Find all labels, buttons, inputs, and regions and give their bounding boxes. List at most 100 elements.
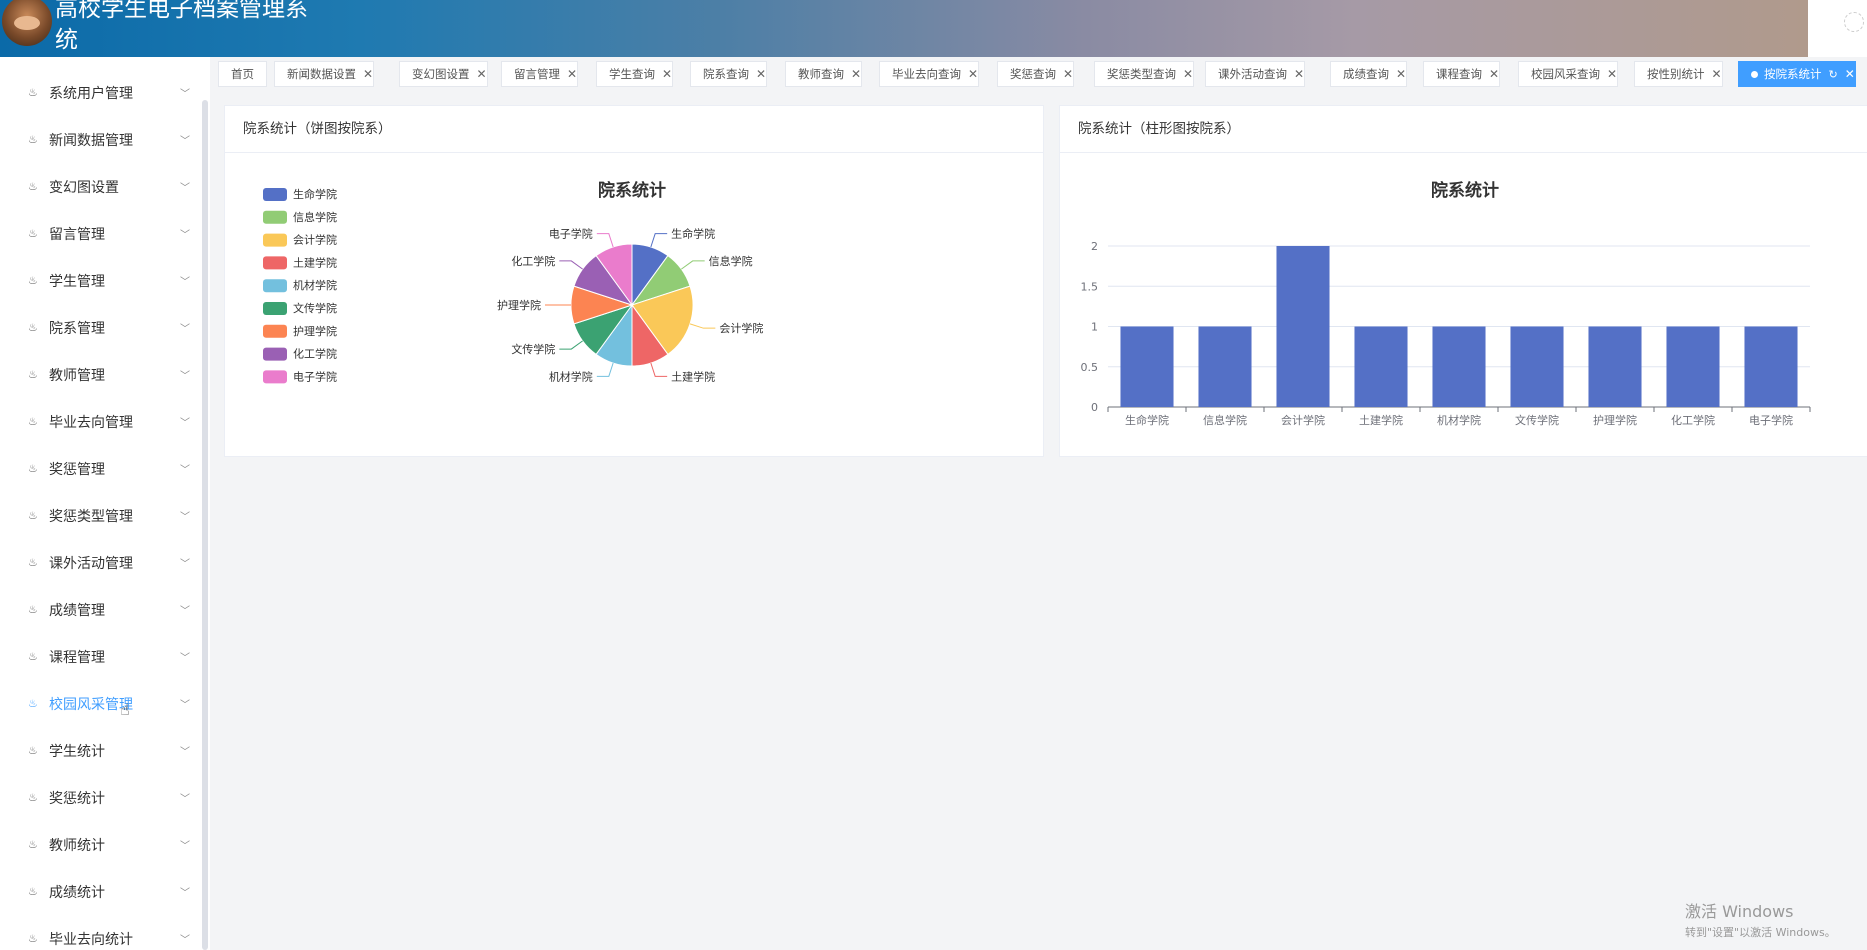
sidebar-item[interactable]: ♨ 变幻图设置 ﹀ [0,163,200,210]
sidebar-item[interactable]: ♨ 成绩统计 ﹀ [0,868,200,915]
sidebar-item[interactable]: ♨ 新闻数据管理 ﹀ [0,116,200,163]
legend-label[interactable]: 土建学院 [293,255,337,269]
tab[interactable]: 教师查询 ✕ [785,61,863,87]
sidebar-item[interactable]: ♨ 奖惩统计 ﹀ [0,774,200,821]
legend-swatch[interactable] [263,370,287,384]
sidebar-item[interactable]: ♨ 毕业去向统计 ﹀ [0,915,200,950]
legend-swatch[interactable] [263,279,287,293]
legend-label[interactable]: 会计学院 [293,233,337,247]
pie-label-line [559,260,583,270]
pie-chart-title: 院系统计 [598,180,666,201]
close-icon[interactable]: ✕ [968,67,978,81]
sidebar-item[interactable]: ♨ 毕业去向管理 ﹀ [0,398,200,445]
close-icon[interactable]: ✕ [1183,67,1193,81]
tab[interactable]: 校园风采查询 ✕ [1518,61,1619,87]
sidebar-item[interactable]: ♨ 教师管理 ﹀ [0,351,200,398]
tab-bar: 首页 新闻数据设置 ✕ 变幻图设置 ✕ 留言管理 ✕ 学生查询 ✕ 院系查询 ✕ 教师查询 ✕ 毕业去向查… [218,61,1867,87]
tab[interactable]: 毕业去向查询 ✕ [879,61,980,87]
close-icon[interactable]: ✕ [1063,67,1073,81]
close-icon[interactable]: ✕ [1489,67,1499,81]
tab[interactable]: 成绩查询 ✕ [1330,61,1408,87]
avatar[interactable] [2,0,52,46]
legend-label[interactable]: 信息学院 [293,210,337,224]
pie-slice-label: 化工学院 [511,254,555,268]
sidebar-item[interactable]: ♨ 奖惩类型管理 ﹀ [0,492,200,539]
pie-slice-label: 会计学院 [719,321,763,335]
sidebar-item[interactable]: ♨ 成绩管理 ﹀ [0,586,200,633]
sidebar-scrollbar[interactable] [202,100,208,950]
legend-label[interactable]: 电子学院 [293,369,337,383]
close-icon[interactable]: ✕ [363,67,373,81]
close-icon[interactable]: ✕ [1845,67,1855,81]
loading-icon [1844,12,1864,32]
legend-label[interactable]: 机材学院 [293,278,337,292]
close-icon[interactable]: ✕ [567,67,577,81]
legend-swatch[interactable] [263,233,287,247]
bar-chart: 院系统计 0 0.5 1 1.5 2 生命学院 信息学院 会计学院 土建学院 机材学院 文传学院 护理学… [1081,180,1811,427]
pie-slice-label: 文传学院 [511,342,555,356]
tab[interactable]: 留言管理 ✕ [501,61,579,87]
legend-swatch[interactable] [263,210,287,224]
tab-label: 奖惩查询 [1010,67,1056,81]
pie-label-line [650,362,668,377]
sidebar-item[interactable]: ♨ 学生统计 ﹀ [0,727,200,774]
bar[interactable] [1744,326,1798,408]
sidebar-item[interactable]: ♨ 奖惩管理 ﹀ [0,445,200,492]
tab[interactable]: 学生查询 ✕ [596,61,674,87]
tab[interactable]: 院系查询 ✕ [690,61,768,87]
windows-activation-watermark: 激活 Windows 转到"设置"以激活 Windows。 [1685,898,1836,940]
sidebar-item[interactable]: ♨ 课外活动管理 ﹀ [0,539,200,586]
legend-swatch[interactable] [263,302,287,315]
close-icon[interactable]: ✕ [662,67,672,81]
close-icon[interactable]: ✕ [1712,67,1722,81]
legend-label[interactable]: 护理学院 [293,324,337,338]
sidebar-item[interactable]: ♨ 留言管理 ﹀ [0,210,200,257]
bar[interactable] [1432,326,1486,408]
close-icon[interactable]: ✕ [1294,67,1304,81]
refresh-icon[interactable]: ↻ [1829,68,1838,81]
close-icon[interactable]: ✕ [1607,67,1617,81]
bar[interactable] [1354,326,1408,408]
legend-swatch[interactable] [263,347,287,361]
tab[interactable]: 奖惩查询 ✕ [997,61,1075,87]
sidebar-item[interactable]: ♨ 校园风采管理 ﹀ [0,680,200,727]
menu-icon: ♨ [28,837,38,851]
sidebar-item[interactable]: ♨ 院系管理 ﹀ [0,304,200,351]
tab[interactable]: 新闻数据设置 ✕ [274,61,375,87]
sidebar-item[interactable]: ♨ 教师统计 ﹀ [0,821,200,868]
legend-swatch[interactable] [263,188,287,201]
legend-label[interactable]: 生命学院 [293,187,337,201]
tab[interactable]: 课外活动查询 ✕ [1205,61,1306,87]
close-icon[interactable]: ✕ [851,67,861,81]
legend-swatch[interactable] [263,324,287,338]
tab[interactable]: 奖惩类型查询 ✕ [1094,61,1195,87]
close-icon[interactable]: ✕ [1396,67,1406,81]
bar[interactable] [1510,326,1564,408]
bar[interactable] [1198,326,1252,408]
close-icon[interactable]: ✕ [477,67,487,81]
app-header: 高校学生电子档案管理系统 [0,0,1808,57]
tab[interactable]: 按性别统计 ✕ [1634,61,1723,87]
pie-label-line [596,233,614,248]
chevron-down-icon: ﹀ [180,465,190,476]
bar[interactable] [1588,326,1642,408]
chevron-down-icon: ﹀ [180,747,190,758]
tab[interactable]: 首页 [218,61,267,87]
legend-label[interactable]: 化工学院 [293,347,337,361]
close-icon[interactable]: ✕ [756,67,766,81]
y-tick-label: 0.5 [1081,361,1099,374]
bar[interactable] [1120,326,1174,408]
tab[interactable]: 变幻图设置 ✕ [399,61,488,87]
bar[interactable] [1276,246,1330,407]
sidebar-item[interactable]: ♨ 课程管理 ﹀ [0,633,200,680]
tab[interactable]: 按院系统计 ↻ ✕ [1738,61,1856,87]
bar[interactable] [1666,326,1720,408]
tab[interactable]: 课程查询 ✕ [1423,61,1501,87]
sidebar-item[interactable]: ♨ 系统用户管理 ﹀ [0,69,200,116]
legend-swatch[interactable] [263,256,287,270]
sidebar-item[interactable]: ♨ 学生管理 ﹀ [0,257,200,304]
sidebar-item-label: 奖惩统计 [49,790,105,807]
sidebar-item-label: 学生统计 [49,743,105,760]
chevron-down-icon: ﹀ [180,794,190,805]
legend-label[interactable]: 文传学院 [293,301,337,315]
